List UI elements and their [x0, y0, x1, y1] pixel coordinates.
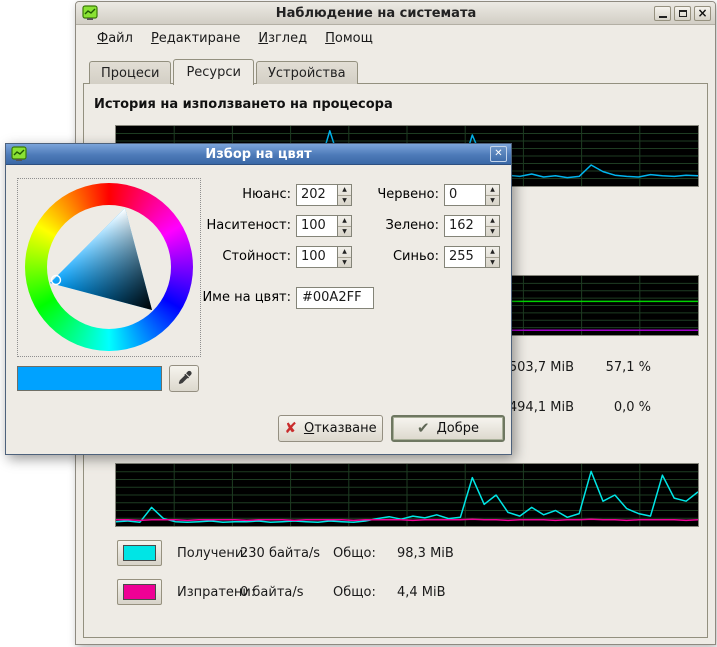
memory-percent: 57,1 % [589, 360, 651, 375]
menu-view[interactable]: Изглед [249, 28, 316, 49]
desktop: Наблюдение на системата × Файл Редактира… [0, 0, 717, 647]
sent-total-label: Общо: [333, 579, 376, 606]
dialog-close-icon: ✕ [494, 149, 502, 159]
color-picker-dialog: Избор на цвят ✕ [5, 143, 512, 455]
received-total: 98,3 MiB [397, 540, 454, 567]
spin-down-icon[interactable]: ▼ [486, 227, 499, 237]
sent-total: 4,4 MiB [397, 579, 446, 606]
value-label: Стойност: [176, 246, 291, 268]
received-color-swatch [123, 545, 156, 561]
spin-up-icon[interactable]: ▲ [486, 216, 499, 227]
color-preview-swatch [17, 366, 162, 391]
ok-button[interactable]: ✔ Добре [391, 415, 505, 442]
swap-percent: 0,0 % [589, 400, 651, 415]
eyedropper-icon [176, 370, 193, 387]
minimize-button[interactable] [654, 6, 671, 21]
minimize-icon [659, 16, 667, 18]
received-rate: 230 байта/s [240, 540, 320, 567]
window-controls: × [654, 6, 711, 21]
network-history-chart [115, 463, 699, 527]
received-color-button[interactable] [117, 540, 162, 566]
app-icon [82, 5, 98, 21]
dialog-titlebar[interactable]: Избор на цвят ✕ [6, 144, 511, 165]
close-button[interactable]: × [694, 6, 711, 21]
green-label: Зелено: [331, 215, 439, 237]
tabstrip: Процеси Ресурси Устройства [89, 57, 360, 84]
tab-processes[interactable]: Процеси [89, 61, 171, 84]
blue-label: Синьо: [331, 246, 439, 268]
network-received-row: Получени: 230 байта/s Общо: 98,3 MiB [84, 540, 707, 567]
maximize-button[interactable] [674, 6, 691, 21]
received-total-label: Общо: [333, 540, 376, 567]
red-label: Червено: [331, 184, 439, 206]
window-title: Наблюдение на системата [103, 6, 649, 21]
sent-color-swatch [123, 584, 156, 600]
dialog-icon [11, 146, 27, 162]
menu-edit[interactable]: Редактиране [142, 28, 249, 49]
ok-icon: ✔ [417, 421, 430, 436]
dialog-close-button[interactable]: ✕ [490, 146, 507, 162]
color-name-label: Име на цвят: [176, 287, 291, 309]
color-wheel-area [17, 178, 201, 357]
sent-color-button[interactable] [117, 579, 162, 605]
green-spinner[interactable]: 162 ▲▼ [444, 215, 500, 237]
saturation-label: Наситеност: [176, 215, 291, 237]
spin-down-icon[interactable]: ▼ [486, 258, 499, 268]
tab-resources[interactable]: Ресурси [173, 59, 254, 85]
maximize-icon [679, 10, 687, 17]
spin-up-icon[interactable]: ▲ [486, 247, 499, 258]
cpu-history-heading: История на използването на процесора [94, 97, 393, 112]
color-name-input[interactable]: #00A2FF [296, 287, 374, 309]
menubar: Файл Редактиране Изглед Помощ [76, 25, 715, 51]
menu-file[interactable]: Файл [88, 28, 142, 49]
cancel-button[interactable]: ✘ Отказване [278, 415, 383, 442]
sv-triangle[interactable] [25, 183, 193, 351]
red-spinner[interactable]: 0 ▲▼ [444, 184, 500, 206]
sent-rate: 0 байта/s [240, 579, 304, 606]
titlebar[interactable]: Наблюдение на системата × [76, 2, 715, 25]
eyedropper-button[interactable] [169, 365, 199, 392]
spin-down-icon[interactable]: ▼ [486, 196, 499, 206]
cancel-icon: ✘ [284, 421, 297, 436]
received-label: Получени: [177, 540, 248, 567]
spin-up-icon[interactable]: ▲ [486, 185, 499, 196]
dialog-title: Избор на цвят [32, 147, 485, 162]
hue-label: Нюанс: [176, 184, 291, 206]
network-sent-row: Изпратени: 0 байта/s Общо: 4,4 MiB [84, 579, 707, 606]
tab-devices[interactable]: Устройства [256, 61, 358, 84]
close-icon: × [697, 7, 707, 19]
blue-spinner[interactable]: 255 ▲▼ [444, 246, 500, 268]
menu-help[interactable]: Помощ [316, 28, 382, 49]
